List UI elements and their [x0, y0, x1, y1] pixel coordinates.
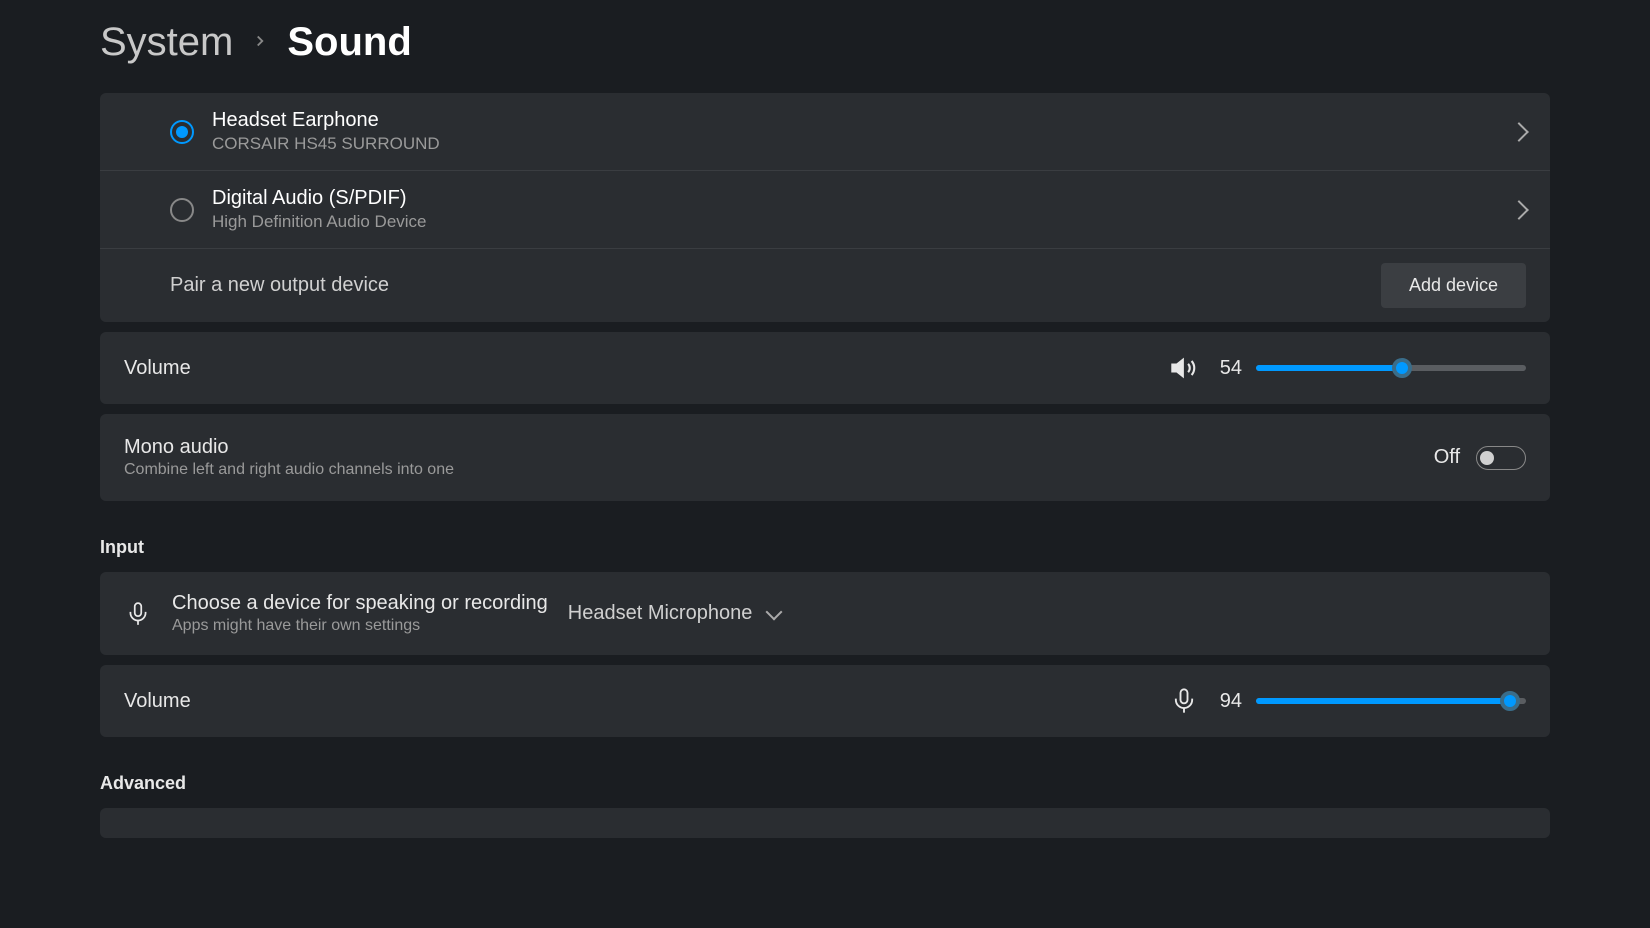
- mono-audio-row: Mono audio Combine left and right audio …: [100, 414, 1550, 501]
- toggle-knob: [1480, 451, 1494, 465]
- add-device-button[interactable]: Add device: [1381, 263, 1526, 308]
- input-section-header: Input: [100, 537, 1550, 558]
- speaker-icon[interactable]: [1170, 354, 1198, 382]
- chevron-down-icon[interactable]: [766, 603, 783, 620]
- advanced-section-header: Advanced: [100, 773, 1550, 794]
- slider-thumb[interactable]: [1500, 691, 1520, 711]
- output-volume-value: 54: [1212, 357, 1242, 380]
- slider-fill: [1256, 365, 1402, 371]
- output-volume-row: Volume 54: [100, 332, 1550, 404]
- device-name: Digital Audio (S/PDIF): [212, 187, 1512, 210]
- input-choose-sub: Apps might have their own settings: [172, 617, 548, 635]
- output-volume-slider[interactable]: [1256, 365, 1526, 371]
- advanced-card[interactable]: [100, 808, 1550, 838]
- device-sub: High Definition Audio Device: [212, 212, 1512, 232]
- chevron-right-icon[interactable]: [1509, 200, 1529, 220]
- output-device-row-1[interactable]: Digital Audio (S/PDIF) High Definition A…: [100, 171, 1550, 249]
- slider-fill: [1256, 698, 1510, 704]
- input-volume-slider[interactable]: [1256, 698, 1526, 704]
- breadcrumb-current: Sound: [287, 20, 411, 65]
- chevron-right-icon: [251, 29, 269, 57]
- input-volume-row: Volume 94: [100, 665, 1550, 737]
- output-device-row-0[interactable]: Headset Earphone CORSAIR HS45 SURROUND: [100, 93, 1550, 171]
- input-volume-label: Volume: [124, 690, 1170, 713]
- pair-device-label: Pair a new output device: [170, 274, 389, 297]
- radio-selected-icon[interactable]: [170, 120, 194, 144]
- mono-audio-sub: Combine left and right audio channels in…: [124, 461, 1434, 479]
- mono-toggle-state: Off: [1434, 446, 1460, 469]
- microphone-icon: [124, 600, 152, 628]
- input-device-selector[interactable]: Choose a device for speaking or recordin…: [100, 572, 1550, 655]
- input-volume-value: 94: [1212, 690, 1242, 713]
- radio-unselected-icon[interactable]: [170, 198, 194, 222]
- mono-audio-toggle[interactable]: [1476, 446, 1526, 470]
- mono-audio-title: Mono audio: [124, 436, 1434, 459]
- breadcrumb-parent[interactable]: System: [100, 20, 233, 65]
- output-volume-label: Volume: [124, 357, 1170, 380]
- device-sub: CORSAIR HS45 SURROUND: [212, 134, 1512, 154]
- microphone-icon[interactable]: [1170, 687, 1198, 715]
- input-choose-title: Choose a device for speaking or recordin…: [172, 592, 548, 615]
- chevron-right-icon[interactable]: [1509, 122, 1529, 142]
- output-devices-card: Headset Earphone CORSAIR HS45 SURROUND D…: [100, 93, 1550, 322]
- breadcrumb: System Sound: [100, 20, 1550, 65]
- device-name: Headset Earphone: [212, 109, 1512, 132]
- input-selected-device: Headset Microphone: [568, 602, 753, 625]
- pair-device-row: Pair a new output device Add device: [100, 249, 1550, 322]
- slider-thumb[interactable]: [1392, 358, 1412, 378]
